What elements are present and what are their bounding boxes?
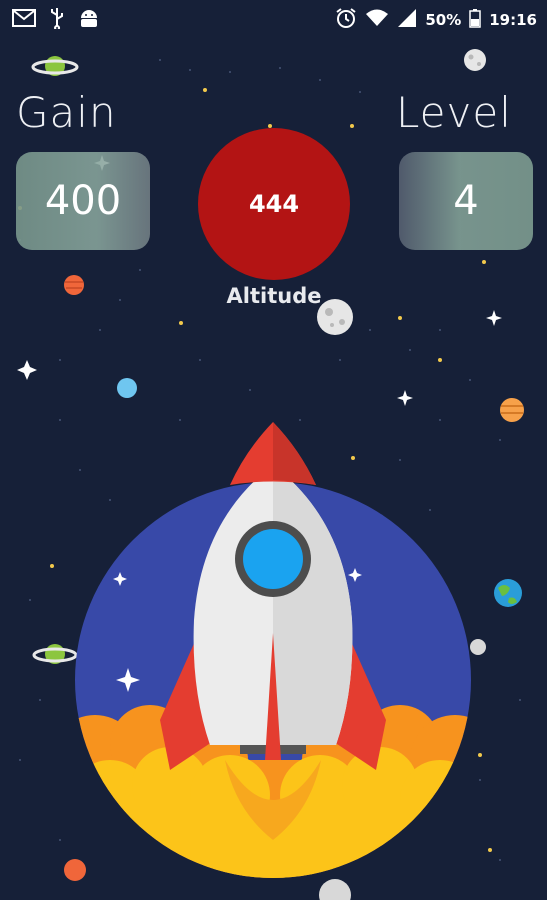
ringed-planet-icon [31,56,79,76]
gain-value-box: 400 [16,152,150,250]
earth-icon [494,579,522,607]
android-debug-icon [78,7,100,33]
signal-icon [397,8,417,32]
wifi-icon [365,8,389,32]
moon-icon [464,49,486,71]
moon-icon [319,879,351,900]
level-label: Level [396,88,512,137]
level-value-box: 4 [399,152,533,250]
altitude-value: 444 [248,190,300,218]
ringed-planet-icon [32,644,78,664]
altitude-label: Altitude [226,284,322,308]
planet-icon [500,398,524,422]
planet-icon [117,378,137,398]
status-bar: 50% 19:16 [0,0,547,40]
moon-icon [470,639,486,655]
gain-value: 400 [44,178,122,224]
planet-icon [64,275,84,295]
altitude-button[interactable]: 444 [198,128,350,280]
battery-percent: 50% [425,11,462,29]
gmail-icon [12,8,36,32]
clock: 19:16 [489,11,537,29]
battery-icon [469,8,481,32]
level-value: 4 [453,178,479,224]
planet-icon [64,859,86,881]
alarm-icon [335,7,357,33]
gain-label: Gain [16,88,117,137]
usb-icon [50,7,64,33]
